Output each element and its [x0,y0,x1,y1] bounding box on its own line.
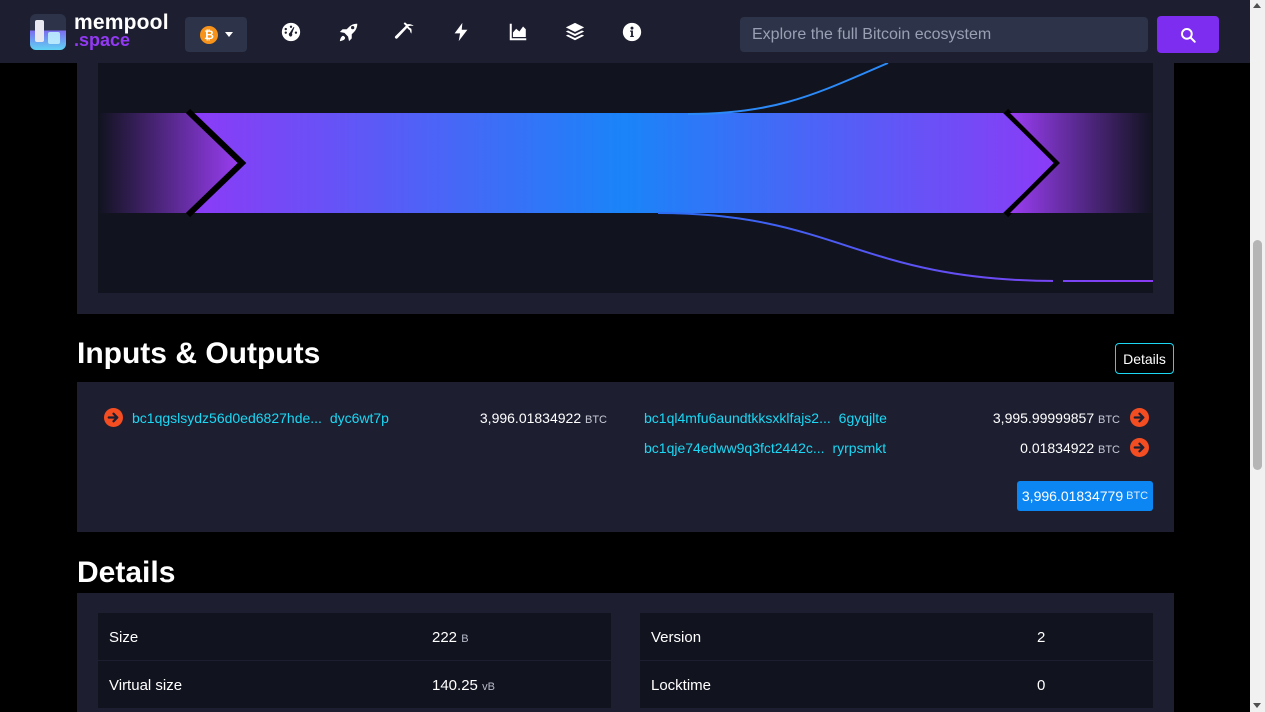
output-amount-1: 0.01834922 BTC [1020,440,1120,456]
details-panel: Size 222 B Version 2 Virtual size 140.25… [77,593,1174,712]
output-arrow-icon[interactable] [1130,438,1149,457]
output-amount-unit: BTC [1098,444,1120,456]
search-input[interactable] [740,17,1148,52]
output-amount-0: 3,995.99999857 BTC [992,410,1120,426]
nav-mining[interactable] [392,19,418,45]
network-selector[interactable]: ₿ [185,17,247,52]
tx-flow-svg [98,63,1153,283]
nav-accelerator[interactable] [336,19,362,45]
input-amount-unit: BTC [585,414,607,426]
output-address-end: ryrpsmkt [832,440,887,456]
search-icon [1181,27,1196,43]
total-unit: BTC [1126,490,1149,502]
details-row-locktime: Locktime 0 [640,661,1153,708]
main-flow-band [194,113,1055,213]
input-address-end: dyc6wt7p [329,410,389,426]
lightning-icon [454,22,468,42]
nav-dashboard[interactable] [278,19,304,45]
logo-mark-icon [30,14,66,50]
output-address-1[interactable]: bc1qje74edww9q3fct2442c... ryrpsmkt [644,440,886,456]
dashboard-icon [281,22,301,42]
virtual-size-value: 140.25 vB [432,677,495,694]
output-address-start: bc1ql4mfu6aundtkksxklfajs2... [644,410,831,426]
input-address[interactable]: bc1qgslsydz56d0ed6827hde... dyc6wt7p [132,410,389,426]
details-row-version: Version 2 [640,613,1153,660]
search-button[interactable] [1157,16,1219,53]
graphs-icon [509,23,527,41]
caret-down-icon [225,32,233,37]
details-row-size: Size 222 B [98,613,611,660]
nav-blocks[interactable] [562,19,588,45]
inputs-outputs-title: Inputs & Outputs [77,337,321,370]
output-address-0[interactable]: bc1ql4mfu6aundtkksxklfajs2... 6gyqjlte [644,410,887,426]
tx-flow-diagram [77,63,1174,314]
input-arrow-icon[interactable] [104,408,123,427]
output-flow-1[interactable] [657,212,1153,282]
output-amount-unit: BTC [1098,414,1120,426]
details-row-virtual-size: Virtual size 140.25 vB [98,661,611,708]
rocket-icon [339,23,358,42]
nav-about[interactable] [619,19,645,45]
total-output-badge: 3,996.01834779 BTC [1017,481,1153,511]
fee-flow [687,63,889,115]
input-amount: 3,996.01834922 BTC [479,410,607,426]
output-arrow-icon[interactable] [1130,408,1149,427]
tx-flow-canvas [98,63,1153,293]
locktime-value: 0 [1037,677,1046,694]
navbar: mempool .space ₿ [0,0,1250,63]
scroll-thumb[interactable] [1253,240,1262,470]
page-scrollbar[interactable] [1250,0,1265,712]
details-title: Details [77,556,176,589]
bitcoin-icon: ₿ [200,26,218,44]
mining-icon [394,22,414,39]
scroll-down-icon[interactable] [1253,703,1261,708]
logo-subtext: .space [74,30,131,50]
size-value: 222 B [432,629,469,646]
blocks-icon [565,22,585,41]
input-address-start: bc1qgslsydz56d0ed6827hde... [132,410,322,426]
mempool-logo[interactable]: mempool .space [30,12,175,52]
output-address-end: 6gyqjlte [838,410,887,426]
nav-graphs[interactable] [505,19,531,45]
details-toggle-button[interactable]: Details [1115,343,1174,374]
version-value: 2 [1037,629,1046,646]
inputs-outputs-panel [77,382,1174,532]
nav-lightning[interactable] [448,19,474,45]
output-address-start: bc1qje74edww9q3fct2442c... [644,440,825,456]
about-icon [622,22,642,42]
scroll-up-icon[interactable] [1253,3,1261,8]
